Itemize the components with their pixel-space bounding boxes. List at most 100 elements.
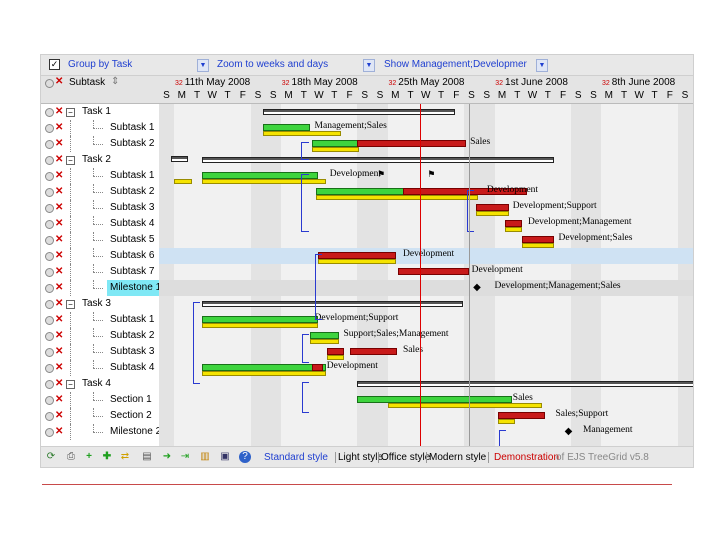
- subtask-column-header[interactable]: Subtask: [69, 77, 105, 88]
- collapse-icon[interactable]: −: [66, 380, 75, 389]
- subtask-label[interactable]: Subtask 2: [107, 136, 157, 152]
- delete-icon[interactable]: ✕: [55, 168, 63, 184]
- circle-icon[interactable]: [45, 188, 54, 197]
- table-row[interactable]: ✕ Milestone 1: [41, 280, 165, 296]
- subtask-label[interactable]: Subtask 3: [107, 200, 157, 216]
- subtask-label[interactable]: Subtask 4: [107, 360, 157, 376]
- add-child-icon[interactable]: ✚: [101, 451, 113, 463]
- circle-icon[interactable]: [45, 316, 54, 325]
- circle-icon[interactable]: [45, 268, 54, 277]
- subtask-label[interactable]: Subtask 5: [107, 232, 157, 248]
- circle-icon[interactable]: [45, 172, 54, 181]
- zoom-select[interactable]: Zoom to weeks and days: [217, 58, 328, 72]
- delete-icon[interactable]: ✕: [55, 296, 63, 312]
- table-row[interactable]: ✕ Subtask 1: [41, 168, 159, 184]
- circle-icon[interactable]: [45, 204, 54, 213]
- subtask-label[interactable]: Subtask 6: [107, 248, 157, 264]
- delete-icon[interactable]: ✕: [55, 200, 63, 216]
- circle-icon[interactable]: [45, 140, 54, 149]
- subtask-label[interactable]: Section 2: [107, 408, 155, 424]
- table-row[interactable]: ✕ Section 1: [41, 392, 159, 408]
- delete-icon[interactable]: ✕: [55, 392, 63, 408]
- subtask-label[interactable]: Subtask 3: [107, 344, 157, 360]
- circle-icon[interactable]: [45, 108, 54, 117]
- table-row[interactable]: ✕ Subtask 4: [41, 360, 159, 376]
- table-row[interactable]: ✕ Subtask 5: [41, 232, 159, 248]
- delete-icon[interactable]: ✕: [55, 376, 63, 392]
- table-row[interactable]: ✕ − Task 2: [41, 152, 159, 168]
- calendar-icon[interactable]: ▤: [141, 451, 153, 463]
- delete-icon[interactable]: ✕: [55, 104, 63, 120]
- delete-icon[interactable]: ✕: [55, 408, 63, 424]
- style-light-link[interactable]: Light style: [338, 452, 383, 463]
- table-row[interactable]: ✕ − Task 1: [41, 104, 159, 120]
- subtask-label[interactable]: Subtask 2: [107, 184, 157, 200]
- collapse-icon[interactable]: −: [66, 300, 75, 309]
- table-row[interactable]: ✕ Section 2: [41, 408, 159, 424]
- subtask-label[interactable]: Subtask 1: [107, 168, 157, 184]
- subtask-label[interactable]: Milestone 2: [107, 424, 164, 440]
- task-label[interactable]: Task 2: [79, 152, 114, 168]
- add-icon[interactable]: +: [83, 451, 95, 463]
- delete-icon[interactable]: ✕: [55, 184, 63, 200]
- copy-icon[interactable]: ⇄: [119, 451, 131, 463]
- table-row[interactable]: ✕ Milestone 2: [41, 424, 161, 440]
- task-label[interactable]: Task 1: [79, 104, 114, 120]
- delete-icon[interactable]: ✕: [55, 152, 63, 168]
- circle-icon[interactable]: [45, 124, 54, 133]
- show-select[interactable]: Show Management;Developmer: [384, 58, 527, 72]
- settings-icon[interactable]: ▣: [219, 451, 231, 463]
- table-row[interactable]: ✕ Subtask 1: [41, 312, 159, 328]
- table-row[interactable]: ✕ Subtask 1: [41, 120, 159, 136]
- delete-icon[interactable]: ✕: [55, 360, 63, 376]
- circle-icon[interactable]: [45, 332, 54, 341]
- help-icon[interactable]: ?: [239, 451, 251, 463]
- reload-icon[interactable]: ⟳: [45, 451, 57, 463]
- table-row[interactable]: ✕ Subtask 2: [41, 136, 159, 152]
- subtask-label[interactable]: Subtask 7: [107, 264, 157, 280]
- style-standard-link[interactable]: Standard style: [264, 452, 328, 463]
- delete-icon[interactable]: ✕: [55, 264, 63, 280]
- print-icon[interactable]: ⎙: [65, 451, 77, 463]
- delete-icon[interactable]: ✕: [55, 232, 63, 248]
- collapse-icon[interactable]: −: [66, 156, 75, 165]
- circle-icon[interactable]: [45, 156, 54, 165]
- circle-icon[interactable]: [45, 284, 54, 293]
- circle-icon[interactable]: [45, 380, 54, 389]
- task-label[interactable]: Task 3: [79, 296, 114, 312]
- delete-icon[interactable]: ✕: [55, 248, 63, 264]
- subtask-label[interactable]: Section 1: [107, 392, 155, 408]
- delete-icon[interactable]: ✕: [55, 312, 63, 328]
- table-row[interactable]: ✕ Subtask 6: [41, 248, 159, 264]
- style-office-link[interactable]: Office style: [381, 452, 430, 463]
- circle-icon[interactable]: [45, 412, 54, 421]
- delete-icon[interactable]: ✕: [55, 136, 63, 152]
- expand-all-icon[interactable]: ➜: [161, 451, 173, 463]
- subtask-label[interactable]: Milestone 1: [107, 280, 165, 296]
- delete-icon[interactable]: ✕: [55, 76, 63, 87]
- columns-icon[interactable]: ▥: [199, 451, 211, 463]
- table-row[interactable]: ✕ Subtask 2: [41, 184, 159, 200]
- circle-icon[interactable]: [45, 220, 54, 229]
- circle-icon[interactable]: [45, 396, 54, 405]
- table-row[interactable]: ✕ Subtask 7: [41, 264, 159, 280]
- demonstration-link[interactable]: Demonstration: [494, 452, 559, 463]
- subtask-label[interactable]: Subtask 4: [107, 216, 157, 232]
- sort-icon[interactable]: ⇕: [111, 76, 119, 87]
- delete-icon[interactable]: ✕: [55, 328, 63, 344]
- group-checkbox[interactable]: ✓: [49, 59, 60, 70]
- circle-icon[interactable]: [45, 428, 54, 437]
- delete-icon[interactable]: ✕: [55, 344, 63, 360]
- subtask-label[interactable]: Subtask 2: [107, 328, 157, 344]
- circle-icon[interactable]: [45, 252, 54, 261]
- subtask-label[interactable]: Subtask 1: [107, 312, 157, 328]
- collapse-icon[interactable]: −: [66, 108, 75, 117]
- table-row[interactable]: ✕ Subtask 3: [41, 344, 159, 360]
- style-modern-link[interactable]: Modern style: [429, 452, 486, 463]
- table-row[interactable]: ✕ − Task 4: [41, 376, 159, 392]
- circle-icon[interactable]: [45, 300, 54, 309]
- table-row[interactable]: ✕ − Task 3: [41, 296, 159, 312]
- delete-icon[interactable]: ✕: [55, 120, 63, 136]
- delete-icon[interactable]: ✕: [55, 216, 63, 232]
- table-row[interactable]: ✕ Subtask 2: [41, 328, 159, 344]
